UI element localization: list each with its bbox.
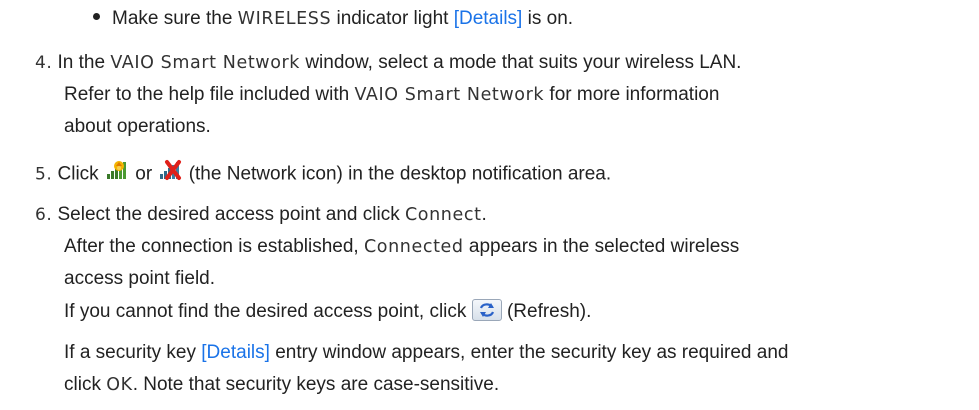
refresh-icon [471,298,502,321]
term-ok: OK [106,375,133,395]
term-vaio-smart-network: VAIO Smart Network [110,53,301,73]
network-disconnected-icon [157,157,183,188]
step-5-line: 5. Click or (the Network icon) in the de… [35,157,611,190]
bullet-wireless: Make sure the WIRELESS indicator light [… [93,7,573,31]
step-5-number: 5. [35,164,53,185]
step-6-number: 6. [35,205,53,225]
term-vaio-smart-network: VAIO Smart Network [354,85,545,105]
step-6-line-5: If a security key [Details] entry window… [64,342,789,363]
step-6-line-3: access point field. [64,268,216,289]
step-4-number: 4. [35,53,53,73]
details-link-security-key[interactable]: [Details] [201,342,270,363]
term-connected: Connected [363,237,464,257]
details-link-wireless[interactable]: [Details] [454,8,523,29]
bullet-dot [93,13,100,21]
step-4-line-3: about operations. [64,116,211,137]
step-6-line-2: After the connection is established, Con… [64,236,740,257]
step-6-line-4: If you cannot find the desired access po… [64,298,591,324]
term-connect: Connect [404,205,482,225]
step-6-line-1: 6. Select the desired access point and c… [35,204,487,225]
step-4-line-2: Refer to the help file included with VAI… [64,84,720,105]
term-wireless: WIRELESS [237,9,332,29]
network-available-icon [104,157,130,188]
step-6-line-6: click OK. Note that security keys are ca… [64,374,500,395]
step-4-line-1: 4. In the VAIO Smart Network window, sel… [35,52,742,73]
